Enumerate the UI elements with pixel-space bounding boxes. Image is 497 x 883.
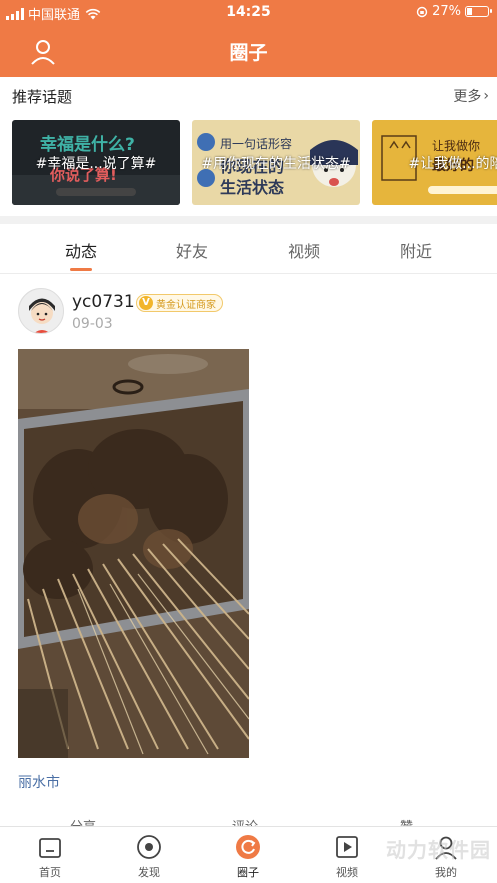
discover-icon bbox=[137, 835, 161, 859]
tab-dynamic[interactable]: 动态 bbox=[51, 238, 111, 262]
avatar[interactable] bbox=[18, 288, 64, 334]
tabbar-label: 圈子 bbox=[237, 866, 259, 879]
active-tab-indicator bbox=[70, 268, 92, 271]
svg-text:幸福是什么?: 幸福是什么? bbox=[40, 134, 135, 155]
svg-text:生活状态: 生活状态 bbox=[220, 178, 284, 197]
post-date: 09-03 bbox=[72, 316, 113, 332]
topic-card[interactable]: 用一句话形容 你现在的 生活状态 #用你现在的生活状态# bbox=[192, 120, 360, 205]
share-button[interactable]: 分享 bbox=[70, 816, 96, 826]
battery-level bbox=[467, 8, 472, 15]
svg-text:让我做你: 让我做你 bbox=[432, 138, 480, 153]
tabbar-label: 首页 bbox=[39, 866, 61, 879]
post-photo[interactable] bbox=[18, 349, 249, 758]
tabbar-label: 发现 bbox=[138, 866, 160, 879]
post-actions: 分享 评论 赞 bbox=[0, 816, 497, 826]
tabbar-home[interactable]: 首页 bbox=[20, 833, 80, 880]
watermark: 动力软件园 bbox=[386, 838, 491, 862]
tab-friends[interactable]: 好友 bbox=[162, 238, 222, 262]
svg-text:用一句话形容: 用一句话形容 bbox=[220, 136, 292, 151]
chevron-right-icon: › bbox=[483, 88, 489, 104]
comment-button[interactable]: 评论 bbox=[232, 816, 258, 826]
more-topics-link[interactable]: 更多 › bbox=[453, 86, 489, 106]
topics-title: 推荐话题 bbox=[12, 88, 73, 106]
battery-icon bbox=[465, 6, 492, 17]
more-label: 更多 bbox=[453, 89, 482, 105]
topic-tag: #用你现在的生活状态# bbox=[201, 156, 351, 172]
tab-video[interactable]: 视频 bbox=[274, 238, 334, 262]
nav-bar: 圈子 bbox=[0, 26, 497, 77]
topics-carousel[interactable]: 幸福是什么? 你说了算! #幸福是...说了算# 用一句话形容 你现在的 生活状… bbox=[12, 120, 497, 205]
rotation-lock-icon bbox=[416, 6, 428, 17]
section-divider bbox=[0, 216, 497, 224]
badge-label: 黄金认证商家 bbox=[156, 299, 216, 311]
status-right: 27% bbox=[416, 4, 492, 19]
battery-percent: 27% bbox=[432, 4, 461, 19]
topic-card[interactable]: 让我做你 最好的 #让我做...的陪 bbox=[372, 120, 497, 205]
like-button[interactable]: 赞 bbox=[400, 816, 413, 826]
status-bar: 中国联通 14:25 27% bbox=[0, 0, 497, 26]
topics-header: 推荐话题 更多 › bbox=[12, 86, 489, 108]
video-icon bbox=[336, 836, 358, 858]
topic-tag: #让我做...的陪 bbox=[408, 156, 497, 172]
food-photo bbox=[18, 349, 249, 758]
home-icon bbox=[39, 838, 61, 858]
page-title: 圈子 bbox=[229, 42, 268, 64]
verified-icon: V bbox=[139, 296, 153, 310]
tabbar-circle[interactable]: 圈子 bbox=[218, 833, 278, 880]
tabbar-label: 视频 bbox=[336, 866, 358, 879]
verified-badge: V 黄金认证商家 bbox=[136, 294, 223, 312]
app-screen: 中国联通 14:25 27% 圈子 推荐话题 更多 › 幸福是什么? 你说了算!… bbox=[0, 0, 497, 883]
tabbar-label: 我的 bbox=[435, 866, 457, 879]
username[interactable]: yc0731 bbox=[72, 292, 135, 312]
topic-card[interactable]: 幸福是什么? 你说了算! #幸福是...说了算# bbox=[12, 120, 180, 205]
circle-icon bbox=[236, 835, 260, 859]
tab-nearby[interactable]: 附近 bbox=[386, 238, 446, 262]
tabbar-discover[interactable]: 发现 bbox=[119, 833, 179, 880]
topic-tag: #幸福是...说了算# bbox=[35, 156, 157, 172]
tabbar-video[interactable]: 视频 bbox=[317, 833, 377, 880]
post-location[interactable]: 丽水市 bbox=[18, 772, 60, 792]
feed-tabs: 动态 好友 视频 附近 bbox=[0, 224, 497, 274]
